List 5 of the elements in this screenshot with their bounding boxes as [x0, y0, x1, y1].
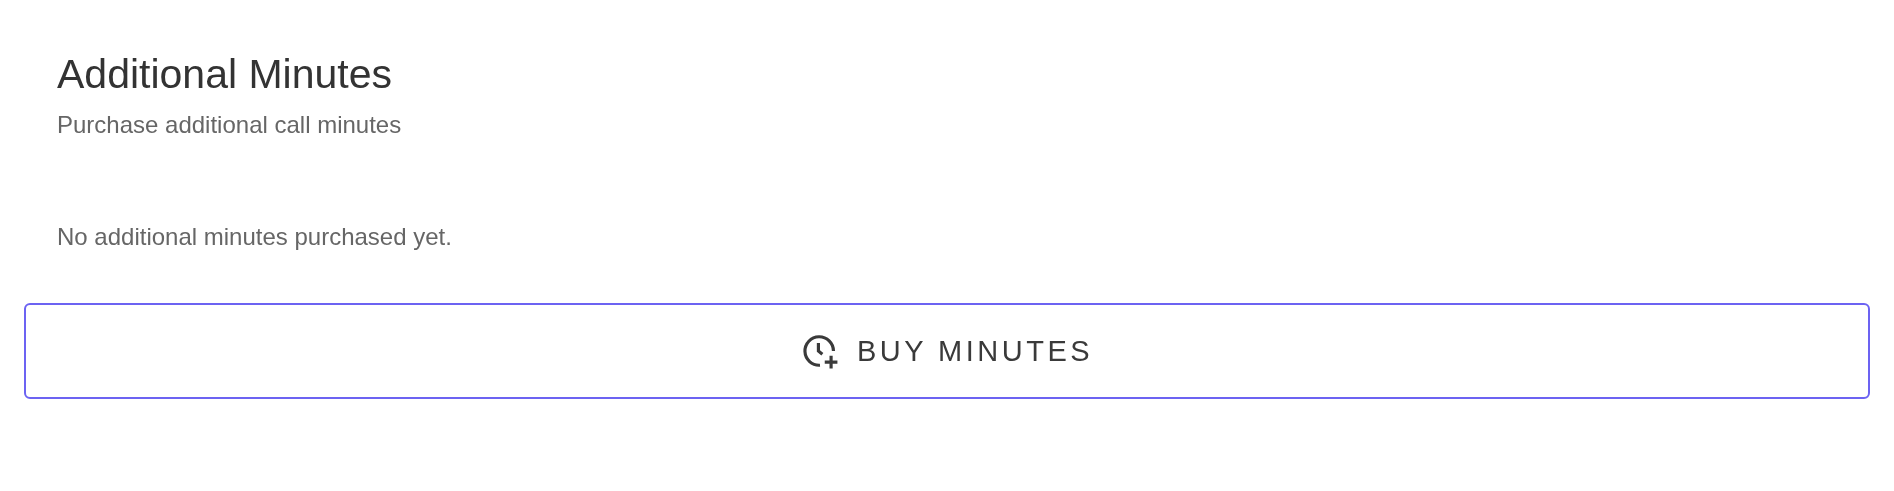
clock-plus-icon [800, 332, 839, 371]
empty-message: No additional minutes purchased yet. [57, 223, 452, 252]
section-subtitle: Purchase additional call minutes [57, 111, 402, 140]
buy-minutes-button[interactable]: BUY MINUTES [24, 303, 1870, 400]
section-title: Additional Minutes [57, 52, 393, 98]
